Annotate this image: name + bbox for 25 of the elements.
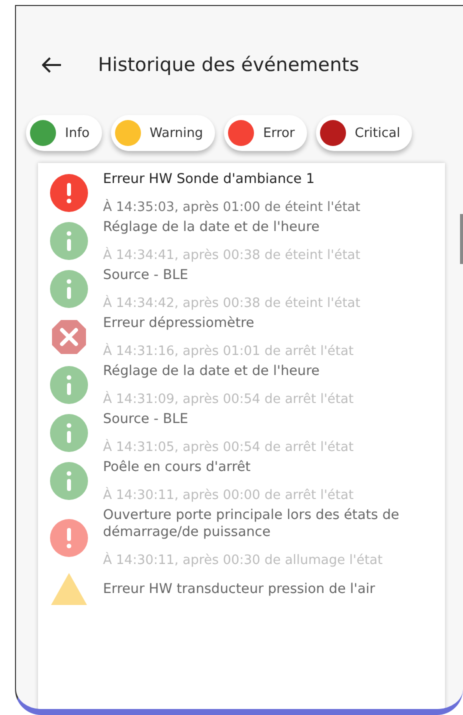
event-title: Erreur HW Sonde d'ambiance 1 xyxy=(103,171,316,188)
event-title: Réglage de la date et de l'heure xyxy=(103,219,321,236)
event-time: À 14:31:09, après 00:54 de arrêt l'état xyxy=(103,392,354,407)
event-title: Ouverture porte principale lors des états de démarrage/de puissance xyxy=(103,507,400,541)
event-title: Source - BLE xyxy=(103,267,190,284)
event-time: À 14:30:11, après 00:00 de arrêt l'état xyxy=(103,488,354,503)
event-time: À 14:34:41, après 00:38 de éteint l'état xyxy=(103,248,360,263)
event-title: Erreur dépressiomètre xyxy=(103,315,256,332)
back-arrow-icon[interactable] xyxy=(42,57,62,73)
filter-chip[interactable]: Error xyxy=(224,115,307,151)
event-time: À 14:31:16, après 01:01 de arrêt l'état xyxy=(103,344,354,359)
event-time: À 14:30:11, après 00:30 de allumage l'état xyxy=(103,553,384,568)
event-title: Erreur HW transducteur pression de l'air xyxy=(103,580,376,598)
error-octagon-icon xyxy=(50,318,88,356)
event-time: À 14:31:05, après 00:54 de arrêt l'état xyxy=(103,440,354,455)
filter-chip[interactable]: Info xyxy=(26,115,102,151)
warning-icon xyxy=(50,572,88,606)
event-time: À 14:34:42, après 00:38 de éteint l'état xyxy=(103,296,360,311)
event-title: Source - BLE xyxy=(103,411,190,428)
filter-chip[interactable]: Critical xyxy=(316,115,412,151)
event-time: À 14:35:03, après 01:00 de éteint l'état xyxy=(103,200,360,215)
filter-chip[interactable]: Warning xyxy=(110,115,216,151)
event-title: Poêle en cours d'arrêt xyxy=(103,459,252,476)
page-title: Historique des événements xyxy=(98,54,360,76)
event-title: Réglage de la date et de l'heure xyxy=(103,363,321,380)
